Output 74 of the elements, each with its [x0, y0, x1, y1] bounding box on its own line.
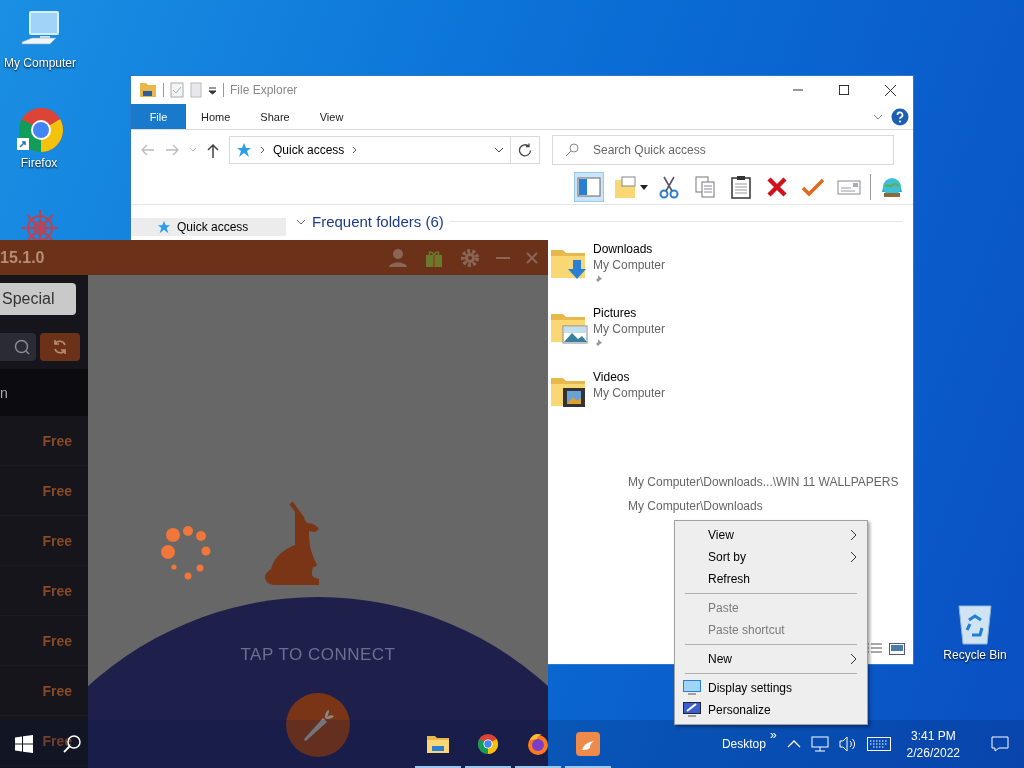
folder-icon	[139, 82, 157, 98]
pane-button[interactable]	[574, 172, 604, 202]
chevron-right-icon[interactable]	[260, 146, 265, 154]
volume-icon[interactable]	[838, 736, 857, 752]
folder-icon	[612, 174, 638, 200]
monitor-icon	[683, 680, 701, 695]
menu-item[interactable]: Display settings	[675, 677, 867, 699]
network-icon[interactable]	[810, 736, 829, 752]
chrome-shortcut-icon	[15, 106, 63, 154]
refresh-button[interactable]	[511, 136, 540, 164]
carrot-icon	[301, 708, 335, 742]
desktop-icon-label[interactable]: My Computer	[4, 56, 76, 70]
maximize-icon	[839, 85, 849, 95]
pane-icon	[576, 174, 602, 200]
folder-name[interactable]: Downloads	[593, 242, 666, 256]
chevron-up-icon[interactable]	[786, 739, 801, 749]
desktop-icon-label[interactable]: Firefox	[20, 156, 58, 170]
folder-name[interactable]: Videos	[593, 370, 666, 384]
search-icon	[565, 143, 579, 157]
version-label: 15.1.0	[0, 248, 46, 267]
chevron-right-icon[interactable]	[352, 146, 358, 154]
nav-item[interactable]: Quick access	[131, 218, 286, 236]
folder-location: My Computer	[593, 322, 666, 336]
star-icon	[236, 142, 252, 158]
section-heading: Frequent folders (6)	[312, 213, 444, 230]
search-icon	[14, 339, 30, 355]
large-icons-view-icon[interactable]	[889, 642, 905, 656]
copy-icon	[692, 174, 718, 200]
plan-button[interactable]: Special	[0, 283, 76, 315]
ribbon-tab[interactable]: Share	[245, 104, 305, 129]
address-bar[interactable]: Quick access	[229, 136, 511, 164]
close-icon	[884, 84, 896, 96]
keyboard-icon[interactable]	[866, 737, 891, 751]
menu-item[interactable]: View	[675, 524, 867, 546]
file-path: My Computer\Downloads	[628, 499, 764, 513]
up-button[interactable]	[207, 142, 219, 158]
menu-item[interactable]: Personalize	[675, 699, 867, 721]
refresh-icon	[52, 339, 68, 355]
toolbar-label[interactable]: Desktop	[721, 737, 766, 751]
caret-icon[interactable]	[208, 85, 217, 95]
ribbon-tab[interactable]: File	[131, 104, 186, 129]
rabbit-app-icon	[576, 732, 600, 756]
personalize-icon	[683, 702, 701, 717]
menu-item[interactable]: New	[675, 648, 867, 670]
menu-item[interactable]: Refresh	[675, 568, 867, 590]
search-field[interactable]: Search Quick access	[552, 135, 894, 165]
star-icon	[157, 220, 171, 234]
toolbar-more-button[interactable]: »	[769, 728, 777, 742]
chrome-icon	[477, 733, 499, 755]
window-title: File Explorer	[230, 83, 298, 97]
speech-bubble-icon	[991, 736, 1009, 752]
connect-prompt: TAP TO CONNECT	[240, 645, 396, 665]
details-view-icon[interactable]	[865, 642, 883, 656]
caret-icon[interactable]	[640, 184, 648, 190]
desktop-icon-label[interactable]: Recycle Bin	[943, 648, 1007, 662]
dropdown-icon[interactable]	[494, 147, 504, 153]
chevron-icon[interactable]	[873, 113, 883, 120]
ribbon-tab[interactable]: Home	[186, 104, 246, 129]
menu-item[interactable]: Sort by	[675, 546, 867, 568]
windows-logo-icon	[15, 735, 33, 753]
refresh-button[interactable]	[40, 333, 80, 361]
server-item[interactable]: n	[0, 369, 88, 416]
firefox-icon	[526, 732, 550, 756]
help-icon[interactable]	[891, 107, 909, 126]
recycle-bin-icon	[955, 602, 995, 646]
refresh-icon	[518, 143, 532, 157]
clock[interactable]: 3:41 PM 2/26/2022	[900, 728, 966, 760]
folder-location: My Computer	[593, 258, 666, 272]
folder-location: My Computer	[593, 386, 666, 400]
folder-icon	[426, 734, 450, 754]
ribbon-tab[interactable]: View	[304, 104, 359, 129]
folder-name[interactable]: Pictures	[593, 306, 666, 320]
file-path: My Computer\Downloads...\WIN 11 WALLPAPERS	[628, 475, 900, 489]
clipboard-icon	[728, 174, 754, 200]
